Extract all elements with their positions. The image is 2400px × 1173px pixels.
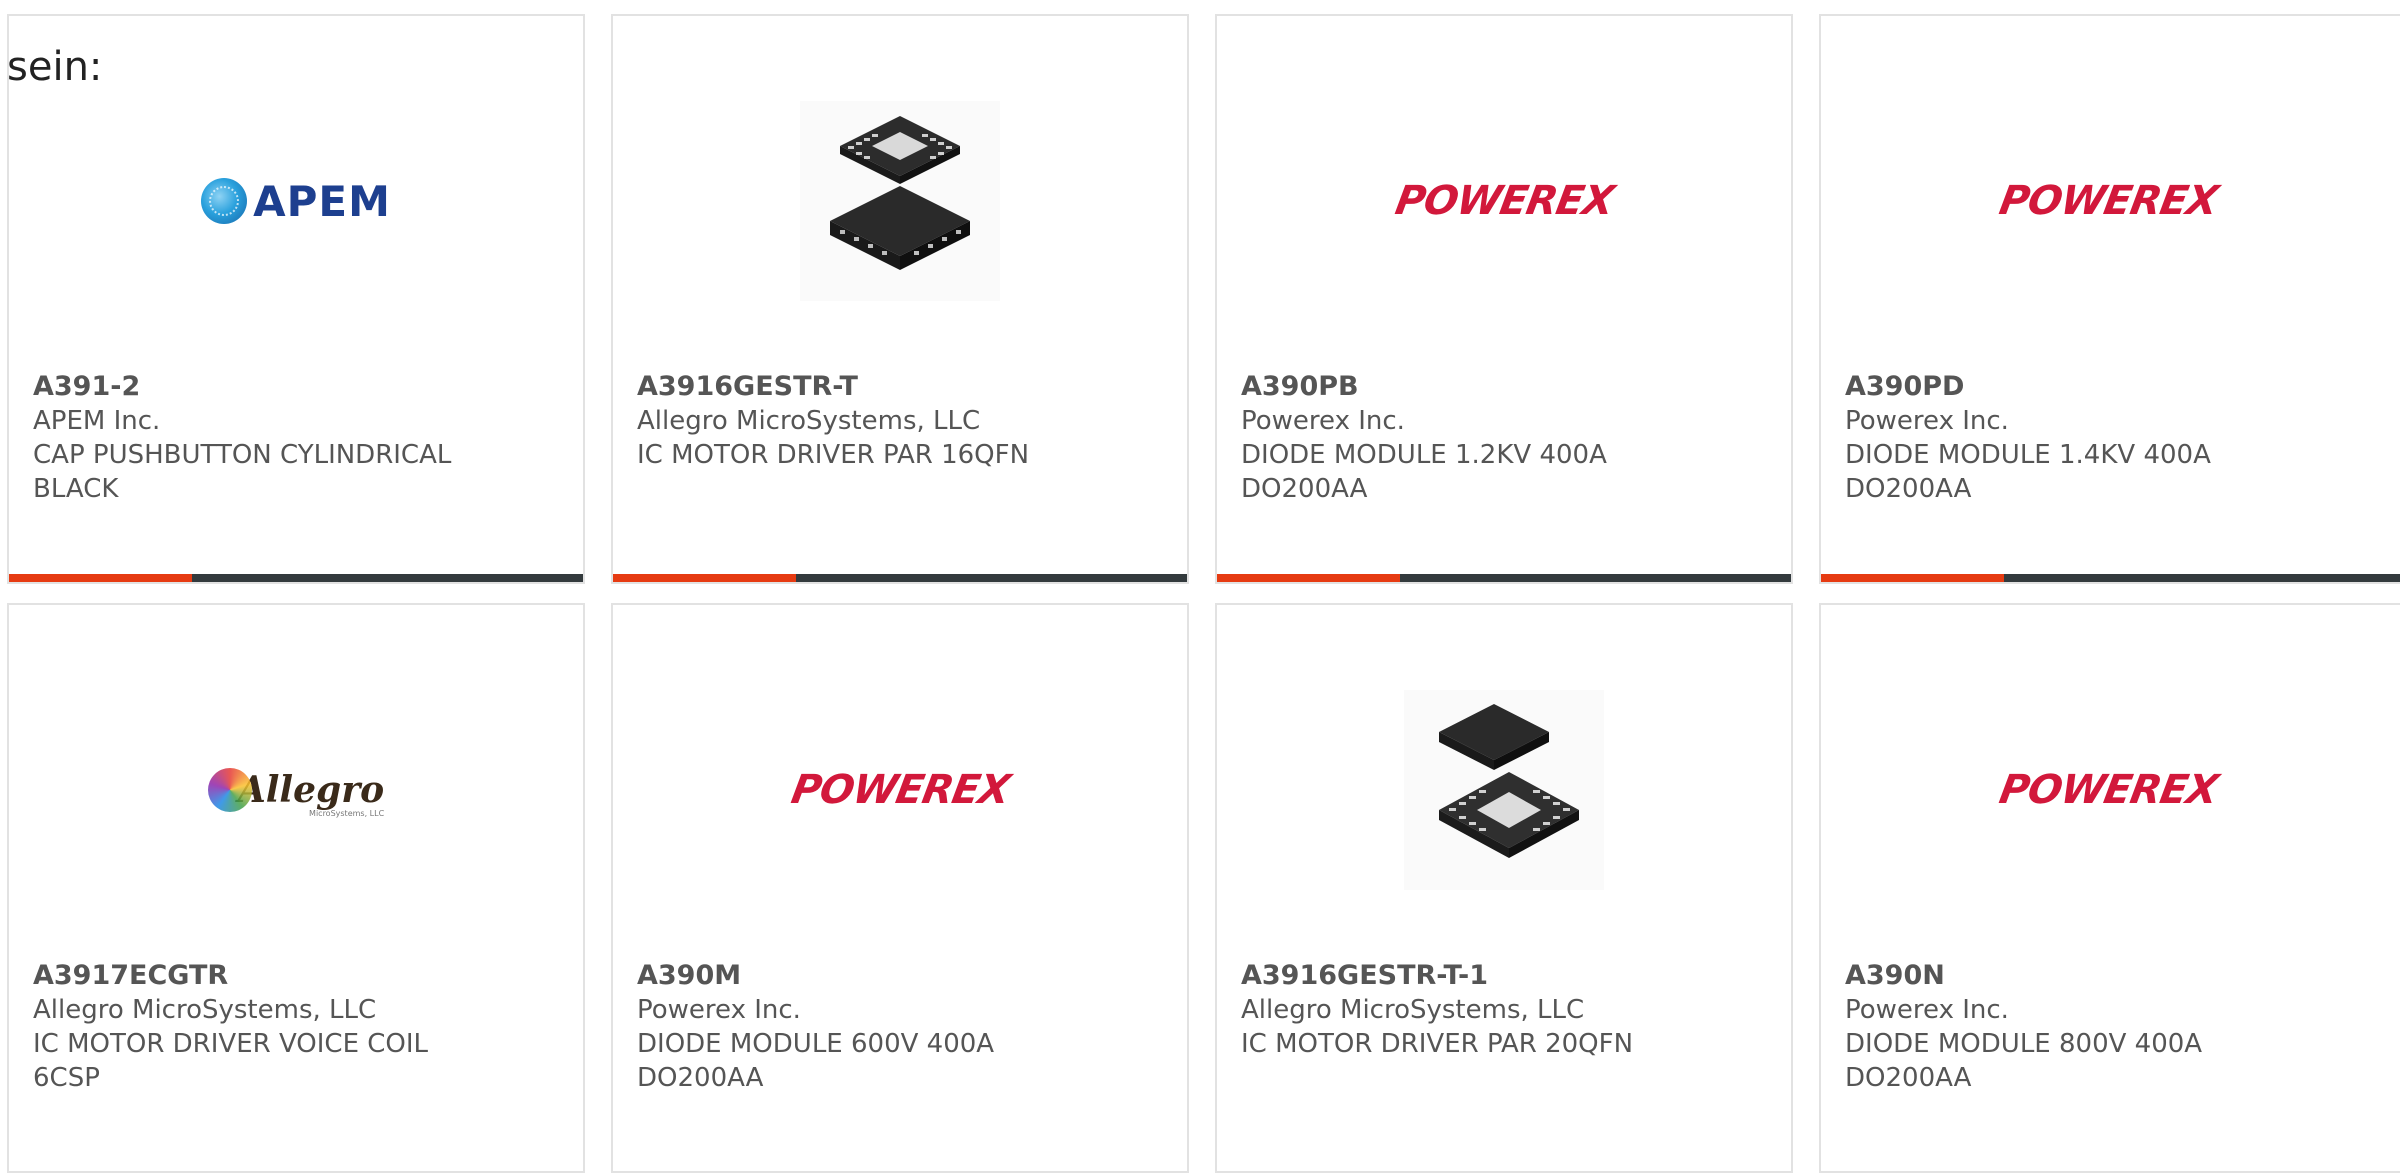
apem-logo: APEM <box>201 177 391 226</box>
powerex-logo: POWEREX <box>1391 178 1617 224</box>
product-description: CAP PUSHBUTTON CYLINDRICAL BLACK <box>33 440 452 504</box>
powerex-logo: POWEREX <box>1995 767 2221 813</box>
product-card[interactable]: POWEREX A390M Powerex Inc. DIODE MODULE … <box>611 603 1189 1173</box>
product-description: IC MOTOR DRIVER VOICE COIL 6CSP <box>33 1029 429 1093</box>
intro-text: sein: <box>7 44 103 90</box>
card-bottom-bar <box>613 574 1187 582</box>
product-description: DIODE MODULE 1.4KV 400A DO200AA <box>1845 440 2211 504</box>
product-description: DIODE MODULE 800V 400A DO200AA <box>1845 1029 2203 1093</box>
product-image[interactable] <box>613 66 1187 336</box>
manufacturer-name: Powerex Inc. <box>637 995 801 1025</box>
product-image[interactable]: POWEREX <box>613 655 1187 925</box>
allegro-swirl-icon <box>207 768 252 812</box>
part-number-link[interactable]: A390PD <box>1845 370 2387 404</box>
manufacturer-name: Powerex Inc. <box>1241 406 1405 436</box>
manufacturer-name: Powerex Inc. <box>1845 995 2009 1025</box>
product-image[interactable]: Allegro MicroSystems, LLC <box>9 655 583 925</box>
product-card[interactable]: POWEREX A390PD Powerex Inc. DIODE MODULE… <box>1819 14 2400 584</box>
product-card[interactable]: Allegro MicroSystems, LLC A3917ECGTR All… <box>7 603 585 1173</box>
card-bottom-bar <box>9 574 583 582</box>
allegro-logo-subtext: MicroSystems, LLC <box>309 809 385 818</box>
product-image[interactable]: APEM <box>9 66 583 336</box>
card-bottom-bar <box>1217 574 1791 582</box>
product-image[interactable]: POWEREX <box>1821 66 2395 336</box>
part-number-link[interactable]: A391-2 <box>33 370 563 404</box>
manufacturer-name: Allegro MicroSystems, LLC <box>637 406 981 436</box>
product-description: DIODE MODULE 1.2KV 400A DO200AA <box>1241 440 1607 504</box>
product-description: DIODE MODULE 600V 400A DO200AA <box>637 1029 995 1093</box>
manufacturer-name: APEM Inc. <box>33 406 161 436</box>
apem-logo-text: APEM <box>253 176 391 226</box>
allegro-logo: Allegro MicroSystems, LLC <box>207 768 385 818</box>
product-image[interactable] <box>1217 655 1791 925</box>
part-number-link[interactable]: A390N <box>1845 959 2387 993</box>
product-image[interactable]: POWEREX <box>1821 655 2395 925</box>
product-card[interactable]: APEM A391-2 APEM Inc. CAP PUSHBUTTON CYL… <box>7 14 585 584</box>
qfn-chip-image <box>1404 690 1604 890</box>
part-number-link[interactable]: A3916GESTR-T-1 <box>1241 959 1771 993</box>
part-number-link[interactable]: A3917ECGTR <box>33 959 563 993</box>
allegro-logo-text: Allegro <box>237 769 385 811</box>
manufacturer-name: Allegro MicroSystems, LLC <box>1241 995 1585 1025</box>
globe-icon <box>201 178 248 224</box>
card-bottom-bar <box>1821 574 2400 582</box>
part-number-link[interactable]: A390PB <box>1241 370 1771 404</box>
product-card[interactable]: POWEREX A390N Powerex Inc. DIODE MODULE … <box>1819 603 2400 1173</box>
part-number-link[interactable]: A3916GESTR-T <box>637 370 1167 404</box>
powerex-logo: POWEREX <box>1995 178 2221 224</box>
product-card[interactable]: A3916GESTR-T-1 Allegro MicroSystems, LLC… <box>1215 603 1793 1173</box>
product-card[interactable]: A3916GESTR-T Allegro MicroSystems, LLC I… <box>611 14 1189 584</box>
powerex-logo: POWEREX <box>787 767 1013 813</box>
qfn-chip-image <box>800 101 1000 301</box>
part-number-link[interactable]: A390M <box>637 959 1167 993</box>
product-description: IC MOTOR DRIVER PAR 16QFN <box>637 440 1030 470</box>
manufacturer-name: Powerex Inc. <box>1845 406 2009 436</box>
product-description: IC MOTOR DRIVER PAR 20QFN <box>1241 1029 1634 1059</box>
product-image[interactable]: POWEREX <box>1217 66 1791 336</box>
product-card[interactable]: POWEREX A390PB Powerex Inc. DIODE MODULE… <box>1215 14 1793 584</box>
manufacturer-name: Allegro MicroSystems, LLC <box>33 995 377 1025</box>
